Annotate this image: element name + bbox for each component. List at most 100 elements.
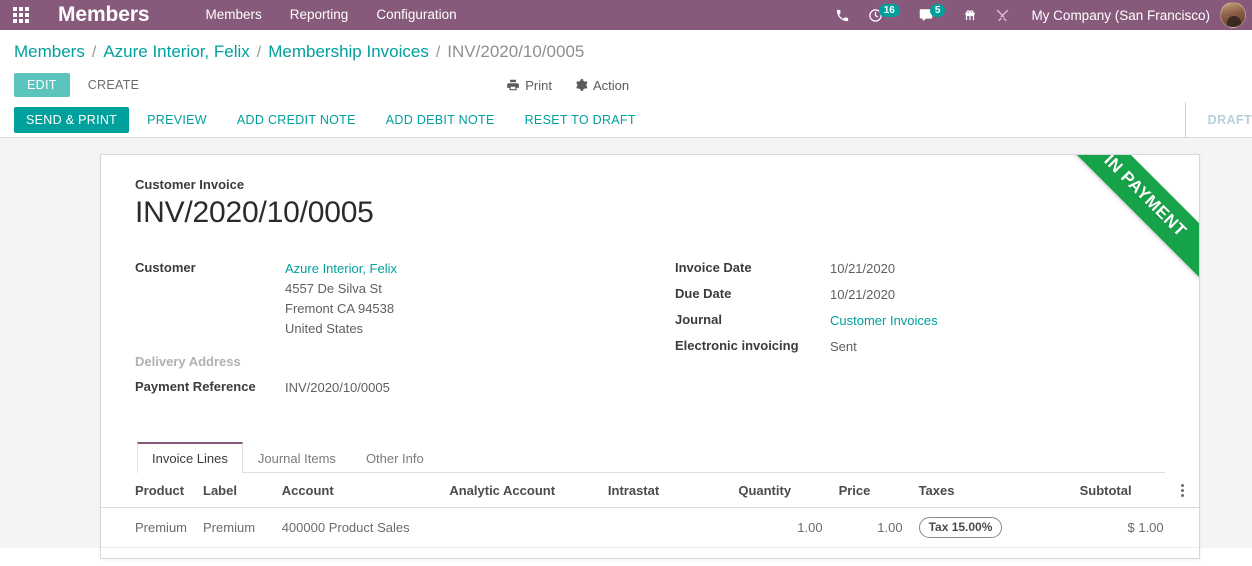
electronic-invoicing-value: Sent [830, 338, 857, 354]
app-brand-title: Members [58, 2, 150, 26]
statusbar: SEND & PRINT PREVIEW ADD CREDIT NOTE ADD… [0, 102, 1252, 138]
cell-intrastat [599, 507, 731, 548]
menu-item-reporting[interactable]: Reporting [276, 0, 363, 30]
field-delivery-address: Delivery Address [135, 353, 675, 369]
due-date-label: Due Date [675, 285, 732, 301]
breadcrumb-row: Members / Azure Interior, Felix / Member… [0, 30, 1252, 62]
gift-icon[interactable] [954, 0, 986, 30]
cell-account: 400000 Product Sales [273, 507, 442, 548]
breadcrumb-item-current: INV/2020/10/0005 [447, 42, 585, 61]
column-header-taxes[interactable]: Taxes [910, 473, 1072, 509]
edit-button[interactable]: EDIT [14, 73, 70, 97]
page-body: IN PAYMENT Customer Invoice INV/2020/10/… [0, 138, 1252, 559]
field-journal: Journal Customer Invoices [675, 311, 1145, 331]
messages-icon[interactable]: 5 [909, 0, 955, 30]
column-options-icon[interactable] [1171, 473, 1199, 509]
table-head: Product Label Account Analytic Account I… [101, 473, 1199, 509]
user-menu-toggle[interactable] [1220, 2, 1248, 28]
column-header-subtotal[interactable]: Subtotal [1071, 473, 1172, 509]
print-button[interactable]: Print [506, 78, 552, 93]
phone-icon[interactable] [826, 0, 859, 30]
create-button[interactable]: CREATE [76, 73, 152, 97]
stage-draft[interactable]: DRAFT [1208, 113, 1252, 127]
cell-analytic-account [441, 507, 600, 548]
tab-journal-items[interactable]: Journal Items [243, 442, 351, 473]
field-due-date: Due Date 10/21/2020 [675, 285, 1145, 305]
statusbar-stages: DRAFT [1184, 102, 1252, 137]
table-body: Premium Premium 400000 Product Sales 1.0… [101, 507, 1199, 548]
activity-count-badge: 16 [878, 3, 900, 17]
cell-label: Premium [195, 507, 274, 548]
customer-label: Customer [135, 259, 196, 275]
company-selector[interactable]: My Company (San Francisco) [1019, 8, 1220, 23]
fields-grid: Customer Azure Interior, Felix 4557 De S… [135, 259, 1165, 405]
tab-invoice-lines[interactable]: Invoice Lines [137, 442, 243, 474]
gear-icon [574, 78, 588, 92]
customer-name-link[interactable]: Azure Interior, Felix [285, 259, 397, 279]
field-customer: Customer Azure Interior, Felix 4557 De S… [135, 259, 675, 340]
customer-address-line-3: United States [285, 320, 364, 336]
add-debit-note-button[interactable]: ADD DEBIT NOTE [374, 107, 507, 133]
left-field-column: Customer Azure Interior, Felix 4557 De S… [135, 259, 675, 405]
activity-clock-icon[interactable]: 16 [859, 0, 909, 30]
payment-reference-label: Payment Reference [135, 379, 256, 395]
invoice-sheet: IN PAYMENT Customer Invoice INV/2020/10/… [100, 154, 1200, 559]
document-type-label: Customer Invoice [135, 177, 245, 192]
notebook-tabs: Invoice Lines Journal Items Other Info [137, 442, 1165, 474]
column-header-analytic-account[interactable]: Analytic Account [441, 473, 600, 509]
column-header-price[interactable]: Price [830, 473, 911, 509]
preview-button[interactable]: PREVIEW [135, 107, 219, 133]
menu-item-configuration[interactable]: Configuration [362, 0, 470, 30]
breadcrumb-separator: / [256, 44, 262, 61]
customer-address-line-1: 4557 De Silva St [285, 280, 382, 296]
tab-other-info[interactable]: Other Info [351, 442, 439, 473]
delivery-address-label: Delivery Address [135, 354, 241, 370]
cell-row-options [1171, 507, 1199, 548]
invoice-lines-table: Product Label Account Analytic Account I… [101, 473, 1199, 548]
send-and-print-button[interactable]: SEND & PRINT [14, 106, 130, 133]
table-row[interactable]: Premium Premium 400000 Product Sales 1.0… [101, 507, 1199, 548]
column-header-account[interactable]: Account [273, 473, 442, 509]
column-header-quantity[interactable]: Quantity [730, 473, 831, 509]
table-header-row: Product Label Account Analytic Account I… [101, 473, 1199, 509]
control-panel-tools: Print Action [506, 78, 629, 93]
tools-icon[interactable] [986, 0, 1019, 30]
field-payment-reference: Payment Reference INV/2020/10/0005 [135, 378, 675, 398]
statusbar-buttons: SEND & PRINT PREVIEW ADD CREDIT NOTE ADD… [14, 102, 654, 137]
breadcrumb-item-partner[interactable]: Azure Interior, Felix [103, 42, 249, 62]
field-invoice-date: Invoice Date 10/21/2020 [675, 259, 1145, 279]
tax-badge: Tax 15.00% [918, 517, 1003, 538]
avatar [1220, 2, 1246, 28]
right-field-column: Invoice Date 10/21/2020 Due Date 10/21/2… [675, 259, 1145, 405]
column-header-product[interactable]: Product [101, 473, 196, 509]
invoice-date-label: Invoice Date [675, 259, 752, 275]
cell-quantity: 1.00 [730, 507, 831, 548]
field-electronic-invoicing: Electronic invoicing Sent [675, 337, 1145, 357]
due-date-value: 10/21/2020 [830, 286, 896, 302]
print-label: Print [525, 77, 552, 93]
column-header-label[interactable]: Label [195, 473, 274, 509]
printer-icon [506, 78, 520, 92]
cell-taxes: Tax 15.00% [910, 507, 1072, 548]
electronic-invoicing-label: Electronic invoicing [675, 337, 799, 353]
add-credit-note-button[interactable]: ADD CREDIT NOTE [225, 107, 368, 133]
invoice-lines-table-wrap: Product Label Account Analytic Account I… [101, 473, 1199, 548]
control-panel: EDIT CREATE Print Action [0, 68, 1252, 102]
main-menu: Members Reporting Configuration [192, 0, 471, 30]
customer-address-line-2: Fremont CA 94538 [285, 300, 395, 316]
action-button[interactable]: Action [574, 78, 629, 93]
cell-product: Premium [101, 507, 196, 548]
top-navbar: Members Members Reporting Configuration … [0, 0, 1252, 30]
apps-grid-icon[interactable] [0, 0, 42, 30]
breadcrumb: Members / Azure Interior, Felix / Member… [14, 42, 584, 62]
menu-item-members[interactable]: Members [192, 0, 276, 30]
messages-count-badge: 5 [929, 3, 946, 17]
breadcrumb-separator: / [91, 44, 97, 61]
page-title: INV/2020/10/0005 [135, 196, 374, 229]
column-header-intrastat[interactable]: Intrastat [599, 473, 731, 509]
reset-to-draft-button[interactable]: RESET TO DRAFT [513, 107, 648, 133]
breadcrumb-item-membership-invoices[interactable]: Membership Invoices [268, 42, 429, 62]
apps-grid-glyph [13, 7, 29, 23]
breadcrumb-item-members[interactable]: Members [14, 42, 85, 62]
journal-value-link[interactable]: Customer Invoices [830, 311, 938, 331]
